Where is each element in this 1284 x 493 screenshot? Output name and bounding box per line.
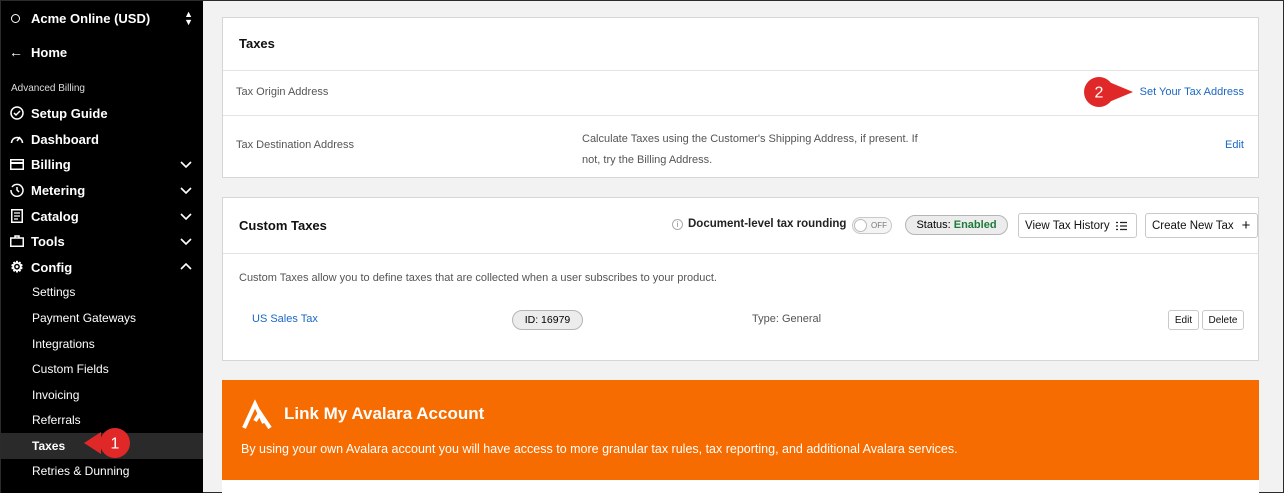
sidebar-item-config[interactable]: ⚙ Config <box>9 257 193 277</box>
sidebar: Acme Online (USD) ▲ ▼ ← Home Advanced Bil… <box>1 1 203 493</box>
account-status-icon <box>11 13 20 23</box>
tax-destination-label: Tax Destination Address <box>236 139 355 151</box>
home-label: Home <box>31 44 68 60</box>
sidebar-item-setup-guide[interactable]: Setup Guide <box>9 103 193 123</box>
callout-2-label: 2 <box>1095 85 1104 102</box>
sidebar-item-label: Setup Guide <box>31 105 108 121</box>
sidebar-subitem-referrals[interactable]: Referrals <box>32 413 81 427</box>
history-icon <box>9 182 25 198</box>
plus-icon: + <box>1241 216 1251 234</box>
sidebar-subitem-integrations[interactable]: Integrations <box>32 337 95 351</box>
chevron-down-icon <box>180 213 192 221</box>
tax-destination-line-2: not, try the Billing Address. <box>582 154 713 166</box>
tax-type: Type: General <box>752 313 822 325</box>
toggle-knob <box>854 219 867 232</box>
list-icon <box>1115 221 1127 230</box>
tax-edit-button[interactable]: Edit <box>1168 310 1199 330</box>
sidebar-subitem-custom-fields[interactable]: Custom Fields <box>32 362 109 376</box>
tax-destination-edit-link[interactable]: Edit <box>1225 139 1244 151</box>
sidebar-item-tools[interactable]: Tools <box>9 231 193 251</box>
tax-destination-description: Calculate Taxes using the Customer's Shi… <box>582 129 918 171</box>
divider <box>223 115 1258 116</box>
status-prefix: Status: <box>916 219 951 231</box>
sidebar-subitem-invoicing[interactable]: Invoicing <box>32 388 79 402</box>
create-new-tax-label: Create New Tax <box>1152 219 1234 232</box>
sidebar-item-label: Dashboard <box>31 131 99 147</box>
arrow-left-icon: ← <box>9 44 23 60</box>
book-icon <box>9 208 25 224</box>
sidebar-item-label: Billing <box>31 156 71 172</box>
main-content: Taxes Tax Origin Address Set Your Tax Ad… <box>203 1 1283 493</box>
set-tax-address-link[interactable]: Set Your Tax Address <box>1140 86 1244 98</box>
sidebar-subitem-settings[interactable]: Settings <box>32 285 75 299</box>
callout-1-marker: 1 <box>84 428 130 458</box>
create-new-tax-button[interactable]: Create New Tax + <box>1145 213 1258 238</box>
sidebar-subitem-payment-gateways[interactable]: Payment Gateways <box>32 311 136 325</box>
gauge-icon <box>9 131 25 147</box>
sidebar-item-label: Metering <box>31 182 86 198</box>
tax-id-badge: ID: 16979 <box>512 310 583 330</box>
avalara-banner: Link My Avalara Account By using your ow… <box>222 380 1259 493</box>
avalara-card-body <box>222 480 1259 493</box>
tax-origin-label: Tax Origin Address <box>236 86 329 98</box>
chevron-up-down-icon: ▲ ▼ <box>184 9 193 27</box>
check-circle-icon <box>9 105 25 121</box>
gear-icon: ⚙ <box>10 259 24 276</box>
tax-destination-line-1: Calculate Taxes using the Customer's Shi… <box>582 133 918 145</box>
sidebar-item-label: Catalog <box>31 208 79 224</box>
home-link[interactable]: ← Home <box>9 44 67 60</box>
sidebar-item-dashboard[interactable]: Dashboard <box>9 129 193 149</box>
custom-taxes-title: Custom Taxes <box>239 218 327 233</box>
divider <box>223 70 1258 71</box>
toolbox-icon <box>9 233 25 249</box>
tax-name-link[interactable]: US Sales Tax <box>252 313 318 325</box>
sidebar-item-billing[interactable]: Billing <box>9 154 193 174</box>
taxes-title: Taxes <box>239 36 275 51</box>
callout-2-marker: 2 <box>1084 77 1133 107</box>
info-icon[interactable]: i <box>672 219 683 230</box>
section-heading: Advanced Billing <box>11 83 85 94</box>
rounding-toggle[interactable]: OFF <box>852 217 892 234</box>
custom-taxes-card: Custom Taxes i Document-level tax roundi… <box>222 197 1259 361</box>
account-name: Acme Online (USD) <box>31 10 151 26</box>
view-tax-history-button[interactable]: View Tax History <box>1018 213 1137 238</box>
callout-1-label: 1 <box>111 436 120 453</box>
chevron-down-icon <box>180 238 192 246</box>
chevron-up-icon <box>180 262 192 270</box>
avalara-title: Link My Avalara Account <box>284 404 485 423</box>
chevron-down-icon <box>180 161 192 169</box>
sidebar-item-label: Tools <box>31 233 65 249</box>
divider <box>223 253 1258 254</box>
sidebar-item-metering[interactable]: Metering <box>9 180 193 200</box>
account-switcher[interactable]: Acme Online (USD) ▲ ▼ <box>11 9 193 27</box>
credit-card-icon <box>9 156 25 172</box>
avalara-description: By using your own Avalara account you wi… <box>241 442 958 456</box>
toggle-state: OFF <box>871 221 887 230</box>
custom-taxes-description: Custom Taxes allow you to define taxes t… <box>239 272 717 284</box>
rounding-label: Document-level tax rounding <box>688 218 847 230</box>
view-tax-history-label: View Tax History <box>1025 219 1110 232</box>
sidebar-subitem-retries-dunning[interactable]: Retries & Dunning <box>32 464 129 478</box>
status-value: Enabled <box>953 219 997 231</box>
chevron-down-icon <box>180 187 192 195</box>
sidebar-subitem-taxes[interactable]: Taxes <box>32 439 65 453</box>
tax-delete-button[interactable]: Delete <box>1202 310 1244 330</box>
status-badge: Status: Enabled <box>905 215 1008 235</box>
avalara-logo-icon <box>242 399 272 430</box>
sidebar-item-label: Config <box>31 259 73 275</box>
sidebar-item-catalog[interactable]: Catalog <box>9 206 193 226</box>
